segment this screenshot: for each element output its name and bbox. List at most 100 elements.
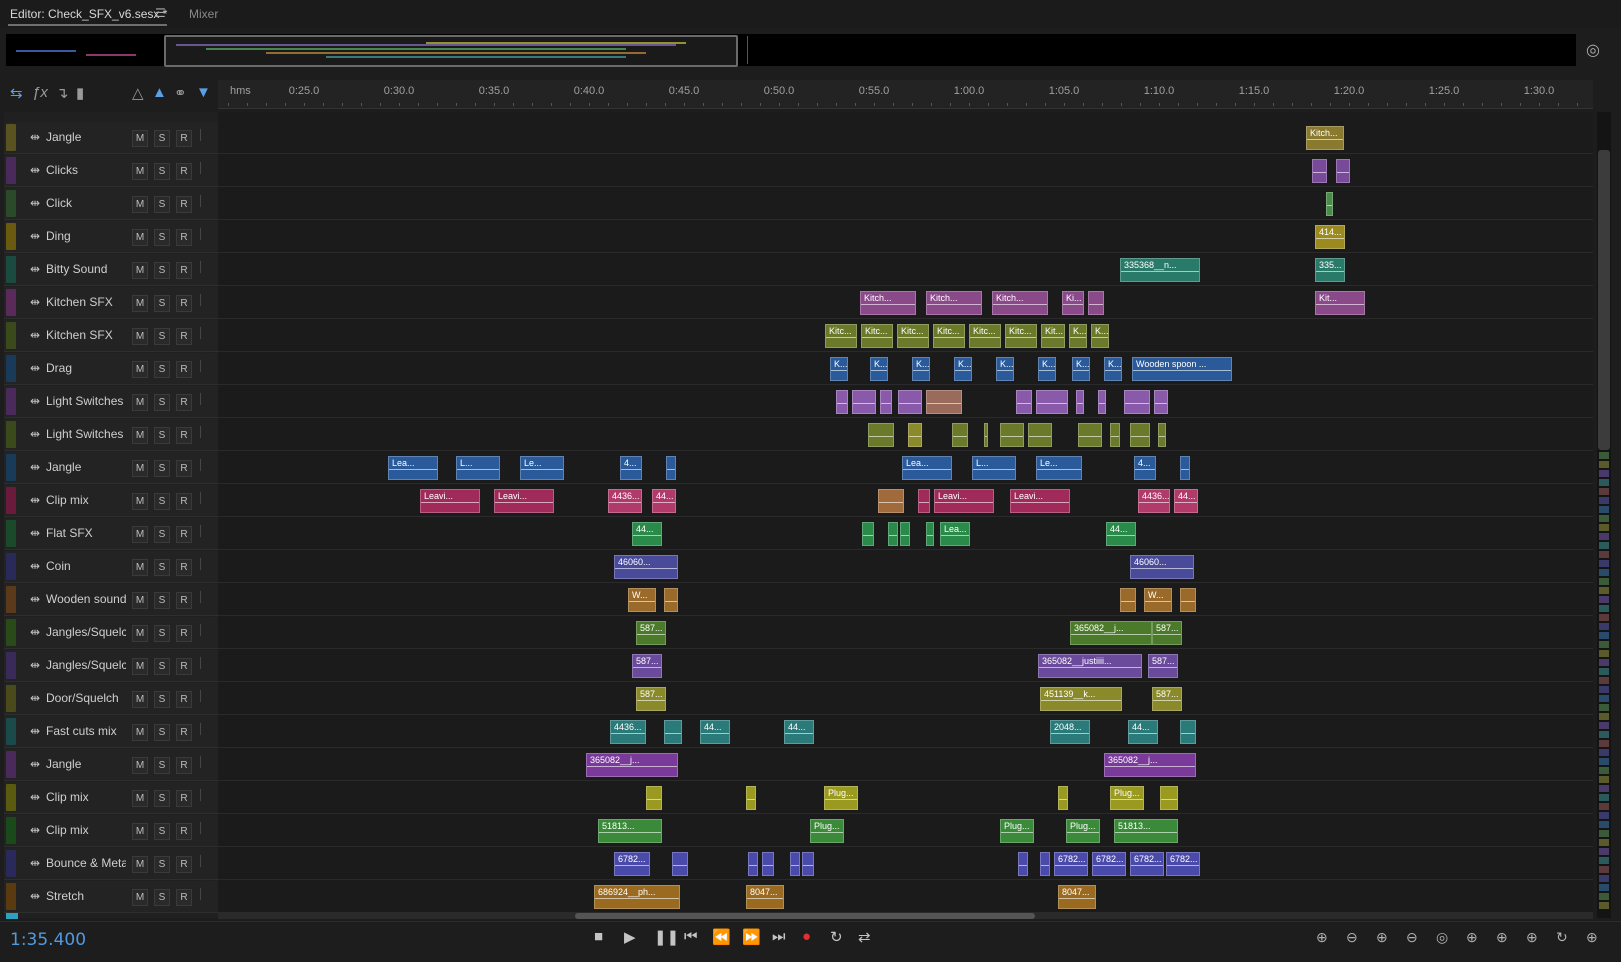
audio-clip[interactable]: 365082__j... [1070, 621, 1152, 645]
track-header[interactable]: ⇹ Drag M S R │ [4, 353, 218, 385]
audio-clip[interactable]: Kitc... [897, 324, 929, 348]
audio-clip[interactable] [852, 390, 876, 414]
audio-clip[interactable]: 44... [652, 489, 676, 513]
track-resize-handle[interactable]: │ [198, 229, 204, 240]
track-resize-handle[interactable]: │ [198, 526, 204, 537]
horizontal-scroll-thumb[interactable] [575, 913, 1035, 919]
time-ruler[interactable]: hms 0:25.0 0:30.0 0:35.0 0:40.0 0:45.0 0… [218, 80, 1593, 109]
track-header[interactable]: ⇹ Wooden sound M S R │ [4, 584, 218, 616]
rewind-icon[interactable]: ⏪ [712, 928, 731, 946]
mute-button[interactable]: M [132, 559, 148, 576]
audio-clip[interactable]: Kitch... [860, 291, 916, 315]
track-resize-handle[interactable]: │ [198, 394, 204, 405]
record-arm-button[interactable]: R [176, 559, 192, 576]
audio-clip[interactable] [646, 786, 662, 810]
mute-button[interactable]: M [132, 295, 148, 312]
audio-clip[interactable]: Kitc... [933, 324, 965, 348]
loop-icon[interactable]: ↻ [830, 928, 843, 946]
audio-clip[interactable] [952, 423, 968, 447]
track-lane[interactable]: W... W... [218, 584, 1593, 616]
go-to-start-icon[interactable]: ⏮ [684, 928, 698, 945]
track-resize-handle[interactable]: │ [198, 361, 204, 372]
record-arm-button[interactable]: R [176, 856, 192, 873]
track-lane[interactable]: 46060... 46060... [218, 551, 1593, 583]
track-resize-handle[interactable]: │ [198, 856, 204, 867]
track-name[interactable]: Fast cuts mix [46, 724, 126, 738]
track-header[interactable]: ⇹ Jangle M S R │ [4, 749, 218, 781]
audio-clip[interactable] [746, 786, 756, 810]
solo-button[interactable]: S [154, 130, 170, 147]
audio-clip[interactable] [1098, 390, 1106, 414]
audio-clip[interactable]: 335368__n... [1120, 258, 1200, 282]
audio-clip[interactable]: Kitc... [861, 324, 893, 348]
mute-button[interactable]: M [132, 790, 148, 807]
audio-clip[interactable]: 587... [1152, 621, 1182, 645]
audio-clip[interactable]: K... [1091, 324, 1109, 348]
solo-button[interactable]: S [154, 592, 170, 609]
track-resize-handle[interactable]: │ [198, 196, 204, 207]
track-resize-handle[interactable]: │ [198, 658, 204, 669]
audio-clip[interactable]: 51813... [598, 819, 662, 843]
track-name[interactable]: Jangles/Squelc [46, 658, 126, 672]
track-name[interactable]: Stretch [46, 889, 126, 903]
audio-clip[interactable]: 44... [784, 720, 814, 744]
track-header[interactable]: ⇹ Clip mix M S R │ [4, 782, 218, 814]
mute-button[interactable]: M [132, 856, 148, 873]
track-name[interactable]: Drag [46, 361, 126, 375]
track-resize-handle[interactable]: │ [198, 295, 204, 306]
audio-clip[interactable] [926, 390, 962, 414]
audio-clip[interactable] [664, 720, 682, 744]
hamburger-menu-icon[interactable]: ☰ [155, 6, 166, 20]
audio-clip[interactable] [1036, 390, 1068, 414]
audio-clip[interactable]: 6782... [1092, 852, 1126, 876]
track-lane[interactable]: Plug... Plug... [218, 782, 1593, 814]
track-name[interactable]: Jangles/Squelc [46, 625, 126, 639]
track-header[interactable]: ⇹ Bounce & Meta M S R │ [4, 848, 218, 880]
audio-clip[interactable]: 587... [636, 687, 666, 711]
track-lane[interactable] [218, 188, 1593, 220]
track-name[interactable]: Jangle [46, 460, 126, 474]
record-arm-button[interactable]: R [176, 262, 192, 279]
track-header[interactable]: ⇹ Jangles/Squelc M S R │ [4, 650, 218, 682]
audio-clip[interactable] [1160, 786, 1178, 810]
audio-clip[interactable]: K... [954, 357, 972, 381]
audio-clip[interactable]: Lea... [940, 522, 970, 546]
track-header[interactable]: ⇹ Light Switches M S R │ [4, 419, 218, 451]
track-header[interactable]: ⇹ Kitchen SFX M S R │ [4, 320, 218, 352]
track-name[interactable]: Clip mix [46, 823, 126, 837]
audio-clip[interactable]: 44... [632, 522, 662, 546]
track-lane[interactable]: Lea... L... Le... 4... Lea... L... Le... 4... [218, 452, 1593, 484]
track-resize-handle[interactable]: │ [198, 460, 204, 471]
track-lane[interactable]: 587... 451139__k... 587... [218, 683, 1593, 715]
track-name[interactable]: Clicks [46, 163, 126, 177]
track-lane[interactable] [218, 155, 1593, 187]
track-name[interactable]: Door/Squelch [46, 691, 126, 705]
solo-button[interactable]: S [154, 295, 170, 312]
track-lane[interactable]: 4436... 44... 44... 2048... 44... [218, 716, 1593, 748]
audio-clip[interactable]: Leavi... [934, 489, 994, 513]
track-resize-handle[interactable]: │ [198, 328, 204, 339]
play-icon[interactable]: ▶ [624, 928, 636, 946]
audio-clip[interactable]: 6782... [1130, 852, 1164, 876]
solo-button[interactable]: S [154, 757, 170, 774]
record-arm-button[interactable]: R [176, 790, 192, 807]
audio-clip[interactable]: Kitc... [1005, 324, 1037, 348]
audio-clip[interactable] [984, 423, 988, 447]
solo-button[interactable]: S [154, 658, 170, 675]
solo-button[interactable]: S [154, 493, 170, 510]
record-arm-button[interactable]: R [176, 163, 192, 180]
track-header[interactable]: ⇹ Coin M S R │ [4, 551, 218, 583]
audio-clip[interactable]: 365082__justiiii... [1038, 654, 1142, 678]
track-resize-handle[interactable]: │ [198, 625, 204, 636]
track-lane[interactable] [218, 419, 1593, 451]
audio-clip[interactable]: Leavi... [420, 489, 480, 513]
solo-button[interactable]: S [154, 625, 170, 642]
audio-clip[interactable] [1336, 159, 1350, 183]
record-arm-button[interactable]: R [176, 328, 192, 345]
audio-clip[interactable]: Leavi... [494, 489, 554, 513]
solo-button[interactable]: S [154, 196, 170, 213]
zoom-fit-icon[interactable]: ⊕ [1586, 929, 1598, 946]
audio-clip[interactable] [790, 852, 800, 876]
audio-clip[interactable]: 6782... [1054, 852, 1088, 876]
solo-button[interactable]: S [154, 427, 170, 444]
